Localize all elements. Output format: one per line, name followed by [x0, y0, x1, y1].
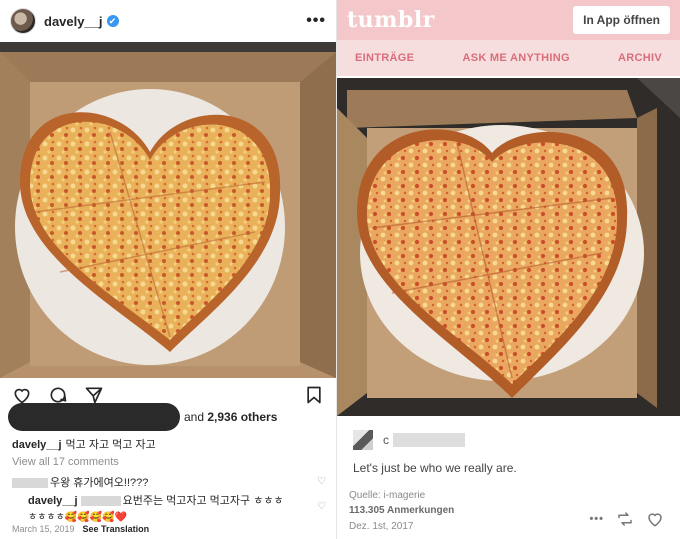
redacted-commenter — [12, 478, 48, 489]
reply-like-heart-icon[interactable]: ♡ — [317, 501, 326, 512]
tumblr-post-date: Dez. 1st, 2017 — [349, 521, 414, 532]
tumblr-action-bar: ••• — [577, 510, 664, 528]
ig-reply-text-line2: ㅎㅎㅎㅎ🥰🥰🥰🥰❤️ — [28, 512, 128, 523]
redacted-tumblr-username — [393, 433, 465, 447]
ig-date-text: March 15, 2019 — [12, 524, 75, 534]
tumblr-username-prefix[interactable]: c — [383, 433, 389, 447]
tumblr-post-image[interactable] — [337, 78, 680, 416]
ig-comment-text: 우왕 휴가에여오!!??? — [50, 477, 149, 489]
tumblr-notes-count[interactable]: 113.305 Anmerkungen — [349, 505, 454, 516]
tumblr-more-options-button[interactable]: ••• — [589, 513, 604, 525]
ig-caption-username[interactable]: davely__j — [12, 439, 62, 451]
reblog-icon[interactable] — [616, 510, 634, 528]
tumblr-nav: EINTRÄGE ASK ME ANYTHING ARCHIV — [337, 40, 680, 76]
ig-more-options-button[interactable]: ••• — [306, 12, 326, 30]
ig-post-image[interactable] — [0, 42, 336, 378]
nav-eintraege[interactable]: EINTRÄGE — [355, 52, 414, 64]
ig-comment: 우왕 휴가에여오!!??? — [12, 474, 312, 490]
see-translation-link[interactable]: See Translation — [83, 524, 150, 534]
ig-username[interactable]: davely__j — [44, 14, 103, 29]
ig-reply-username[interactable]: davely__j — [28, 495, 78, 507]
tumblr-header: tumblr In App öffnen — [337, 0, 680, 40]
instagram-post: davely__j ✔ ••• and 2,936 others davely_… — [0, 0, 336, 539]
tumblr-source[interactable]: Quelle: i-magerie — [349, 490, 425, 501]
verified-badge-icon: ✔ — [106, 15, 119, 27]
ig-comment-reply: davely__j 요번주는 먹고자고 먹고자구 ㅎㅎㅎ ㅎㅎㅎㅎ🥰🥰🥰🥰❤️ — [28, 492, 308, 523]
tumblr-post: tumblr In App öffnen EINTRÄGE ASK ME ANY… — [337, 0, 680, 539]
ig-likes-text[interactable]: and 2,936 others — [184, 410, 277, 424]
ig-view-all-comments-link[interactable]: View all 17 comments — [12, 456, 119, 468]
tumblr-post-text: Let's just be who we really are. — [353, 461, 517, 475]
ig-reply-text: 요번주는 먹고자고 먹고자구 ㅎㅎㅎ — [122, 495, 284, 507]
nav-ask-me-anything[interactable]: ASK ME ANYTHING — [462, 52, 569, 64]
nav-archiv[interactable]: ARCHIV — [618, 52, 662, 64]
redacted-liker-names — [8, 403, 180, 431]
ig-caption: davely__j 먹고 자고 먹고 자고 — [12, 436, 156, 452]
like-heart-icon[interactable] — [646, 510, 664, 528]
tumblr-avatar[interactable] — [353, 430, 373, 450]
ig-post-header: davely__j ✔ ••• — [0, 0, 336, 42]
redacted-mention — [80, 496, 121, 507]
tumblr-logo[interactable]: tumblr — [347, 7, 435, 33]
ig-caption-text: 먹고 자고 먹고 자고 — [65, 439, 156, 451]
ig-avatar[interactable] — [10, 8, 36, 34]
comment-like-heart-icon[interactable]: ♡ — [317, 476, 326, 487]
open-in-app-button[interactable]: In App öffnen — [573, 6, 670, 34]
tumblr-post-author: c — [353, 430, 465, 450]
pizza-photo-graphic — [0, 42, 336, 378]
pizza-photo-graphic — [337, 78, 680, 416]
ig-post-date: March 15, 2019 See Translation — [12, 524, 149, 534]
ig-likes-row: and 2,936 others — [8, 402, 328, 432]
